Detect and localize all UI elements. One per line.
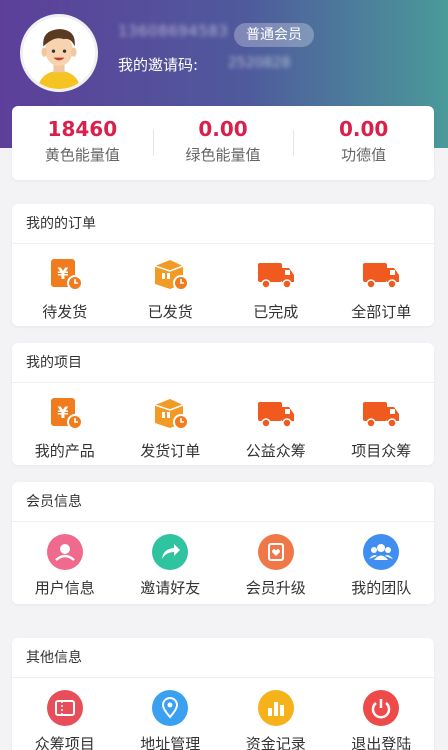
bar-chart-icon — [257, 690, 294, 726]
avatar-icon — [23, 17, 95, 89]
cell-label: 公益众筹 — [245, 442, 306, 460]
stat-value: 18460 — [47, 117, 118, 141]
stat-label: 绿色能量值 — [185, 146, 261, 164]
phone-number: 13608694583 — [118, 22, 229, 40]
stat-label: 黄色能量值 — [44, 146, 120, 164]
stat-merit[interactable]: 0.00 功德值 — [293, 106, 434, 180]
other-fund-records[interactable]: 资金记录 — [223, 688, 329, 750]
location-icon — [152, 690, 189, 726]
cell-label: 待发货 — [42, 303, 88, 321]
other-logout[interactable]: 退出登陆 — [329, 688, 435, 750]
stat-value: 0.00 — [198, 117, 248, 141]
yen-clock-icon: ¥ — [45, 393, 85, 433]
ticket-icon — [46, 690, 83, 726]
cell-label: 我的产品 — [34, 442, 95, 460]
other-crowdfunding-projects[interactable]: 众筹项目 — [12, 688, 118, 750]
member-upgrade[interactable]: 会员升级 — [223, 532, 329, 604]
truck-icon — [361, 254, 401, 294]
projects-card: 我的项目 ¥ 我的产品 发货订单 公益众筹 项目众筹 — [12, 343, 434, 465]
team-icon — [363, 534, 400, 570]
svg-text:¥: ¥ — [57, 264, 68, 283]
section-title: 其他信息 — [12, 638, 434, 678]
truck-icon — [256, 393, 296, 433]
member-info-card: 会员信息 用户信息 邀请好友 会员升级 我的团队 — [12, 482, 434, 604]
cell-label: 全部订单 — [351, 303, 412, 321]
box-clock-icon — [150, 254, 190, 294]
cell-label: 地址管理 — [140, 735, 201, 750]
project-my-products[interactable]: ¥ 我的产品 — [12, 393, 118, 465]
stat-yellow-energy[interactable]: 18460 黄色能量值 — [12, 106, 153, 180]
cell-label: 退出登陆 — [351, 735, 412, 750]
member-invite-friends[interactable]: 邀请好友 — [118, 532, 224, 604]
energy-stats-card: 18460 黄色能量值 0.00 绿色能量值 0.00 功德值 — [12, 106, 434, 180]
box-clock-icon — [150, 393, 190, 433]
cell-label: 已完成 — [253, 303, 299, 321]
order-pending-shipment[interactable]: ¥ 待发货 — [12, 254, 118, 326]
order-all[interactable]: 全部订单 — [329, 254, 435, 326]
cell-label: 我的团队 — [351, 579, 412, 597]
cell-label: 资金记录 — [245, 735, 306, 750]
power-icon — [363, 690, 400, 726]
orders-card: 我的的订单 ¥ 待发货 已发货 已完成 全部订单 — [12, 204, 434, 326]
cell-label: 项目众筹 — [351, 442, 412, 460]
svg-text:¥: ¥ — [57, 403, 68, 422]
member-my-team[interactable]: 我的团队 — [329, 532, 435, 604]
project-charity-crowdfunding[interactable]: 公益众筹 — [223, 393, 329, 465]
cell-label: 发货订单 — [140, 442, 201, 460]
truck-icon — [256, 254, 296, 294]
section-title: 我的项目 — [12, 343, 434, 383]
yen-clock-icon: ¥ — [45, 254, 85, 294]
upgrade-icon — [257, 534, 294, 570]
cell-label: 众筹项目 — [34, 735, 95, 750]
section-title: 我的的订单 — [12, 204, 434, 244]
stat-label: 功德值 — [341, 146, 387, 164]
member-user-info[interactable]: 用户信息 — [12, 532, 118, 604]
other-address-management[interactable]: 地址管理 — [118, 688, 224, 750]
stat-value: 0.00 — [339, 117, 389, 141]
project-shipping-orders[interactable]: 发货订单 — [118, 393, 224, 465]
invite-code-value[interactable]: 2520828 — [228, 55, 290, 71]
project-crowdfunding[interactable]: 项目众筹 — [329, 393, 435, 465]
section-title: 会员信息 — [12, 482, 434, 522]
invite-code-label: 我的邀请码: — [118, 56, 199, 74]
other-info-card: 其他信息 众筹项目 地址管理 资金记录 退出登陆 — [12, 638, 434, 750]
truck-icon — [361, 393, 401, 433]
order-completed[interactable]: 已完成 — [223, 254, 329, 326]
member-level-badge: 普通会员 — [234, 23, 314, 47]
avatar[interactable] — [20, 14, 98, 92]
user-info-icon — [46, 534, 83, 570]
order-shipped[interactable]: 已发货 — [118, 254, 224, 326]
cell-label: 会员升级 — [245, 579, 306, 597]
cell-label: 邀请好友 — [140, 579, 201, 597]
stat-green-energy[interactable]: 0.00 绿色能量值 — [152, 106, 294, 180]
cell-label: 已发货 — [147, 303, 193, 321]
share-arrow-icon — [152, 534, 189, 570]
cell-label: 用户信息 — [34, 579, 95, 597]
